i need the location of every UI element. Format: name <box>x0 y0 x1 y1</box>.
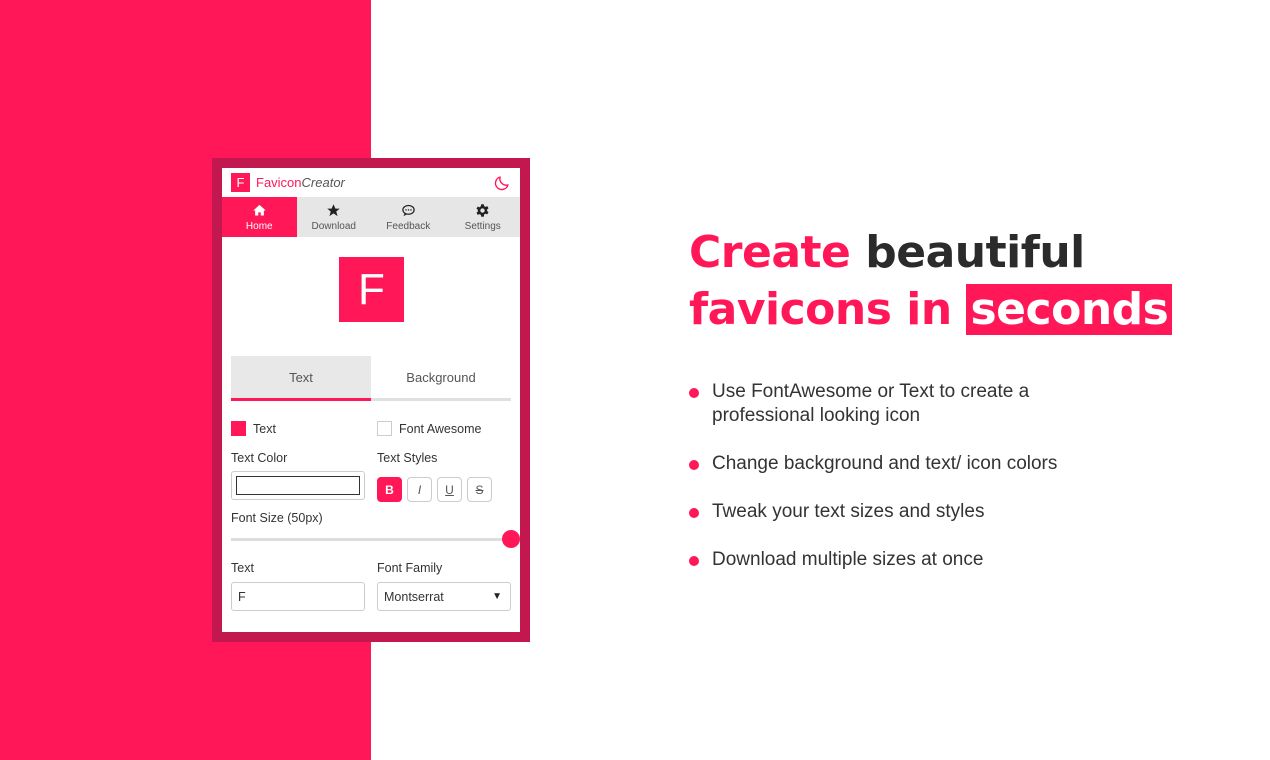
extension-popup: F FaviconCreator Home Download Feedback <box>222 168 520 632</box>
extension-popup-frame: F FaviconCreator Home Download Feedback <box>212 158 530 642</box>
text-styles-label: Text Styles <box>377 451 438 465</box>
bold-button[interactable]: B <box>377 477 402 502</box>
chevron-down-icon: ▼ <box>492 591 502 602</box>
bullet-dot-icon <box>689 508 699 518</box>
headline-word-beautiful: beautiful <box>865 227 1085 278</box>
feature-text: Use FontAwesome or Text to create a prof… <box>712 381 1030 426</box>
headline-favicons-in: favicons in <box>689 284 952 335</box>
font-family-select[interactable]: Montserrat ▼ <box>377 582 511 611</box>
slider-thumb[interactable] <box>502 530 520 548</box>
text-color-label: Text Color <box>231 451 288 465</box>
fontawesome-mode-option[interactable]: Font Awesome <box>377 421 481 436</box>
font-family-label: Font Family <box>377 561 443 575</box>
text-mode-checkbox[interactable] <box>231 421 246 436</box>
slider-track-fill <box>231 538 511 541</box>
app-logo: F <box>231 173 250 192</box>
text-color-picker[interactable] <box>231 471 365 500</box>
app-title-part2: Creator <box>301 175 345 190</box>
feature-text: Tweak your text sizes and styles <box>712 501 985 522</box>
feature-item: Use FontAwesome or Text to create a prof… <box>689 380 1109 428</box>
font-family-value: Montserrat <box>384 589 444 604</box>
nav-item-label: Home <box>245 220 273 232</box>
nav-item-label: Download <box>311 220 356 232</box>
tab-background[interactable]: Background <box>371 356 511 398</box>
feature-item: Tweak your text sizes and styles <box>689 500 1109 524</box>
font-size-slider[interactable] <box>231 530 520 548</box>
nav-item-settings[interactable]: Settings <box>446 197 521 237</box>
feature-text: Change background and text/ icon colors <box>712 453 1058 474</box>
text-input[interactable]: F <box>231 582 365 611</box>
favicon-preview: F <box>339 257 404 322</box>
tab-text[interactable]: Text <box>231 356 371 401</box>
text-input-value: F <box>238 589 246 604</box>
nav-item-label: Settings <box>464 220 501 232</box>
headline-word-create: Create <box>689 227 851 278</box>
nav-item-download[interactable]: Download <box>297 197 372 237</box>
fontawesome-mode-checkbox[interactable] <box>377 421 392 436</box>
fontawesome-mode-label: Font Awesome <box>399 421 482 436</box>
text-input-label: Text <box>231 561 254 575</box>
comment-icon <box>402 204 415 216</box>
star-icon <box>327 203 340 216</box>
app-title: FaviconCreator <box>256 175 345 190</box>
strikethrough-button[interactable]: S <box>467 477 492 502</box>
headline-word-seconds: seconds <box>966 284 1173 335</box>
feature-list: Use FontAwesome or Text to create a prof… <box>689 380 1109 596</box>
feature-item: Change background and text/ icon colors <box>689 452 1109 476</box>
italic-button[interactable]: I <box>407 477 432 502</box>
feature-text: Download multiple sizes at once <box>712 549 984 570</box>
nav-item-feedback[interactable]: Feedback <box>371 197 446 237</box>
moon-icon[interactable] <box>493 174 511 192</box>
nav-bar: Home Download Feedback Settings <box>222 197 520 237</box>
underline-button[interactable]: U <box>437 477 462 502</box>
gear-icon <box>476 203 489 217</box>
text-mode-option[interactable]: Text <box>231 421 276 436</box>
bullet-dot-icon <box>689 460 699 470</box>
nav-item-home[interactable]: Home <box>222 197 297 237</box>
feature-item: Download multiple sizes at once <box>689 548 1109 572</box>
app-title-part1: Favicon <box>256 175 302 190</box>
text-mode-label: Text <box>253 421 276 436</box>
popup-header: F FaviconCreator <box>222 168 520 197</box>
home-icon <box>253 204 266 215</box>
color-swatch <box>236 476 360 495</box>
tab-bar: Text Background <box>231 356 511 401</box>
bullet-dot-icon <box>689 388 699 398</box>
headline: Create beautiful favicons in seconds <box>689 224 1173 338</box>
nav-item-label: Feedback <box>386 220 431 232</box>
font-size-label: Font Size (50px) <box>231 511 323 525</box>
bullet-dot-icon <box>689 556 699 566</box>
